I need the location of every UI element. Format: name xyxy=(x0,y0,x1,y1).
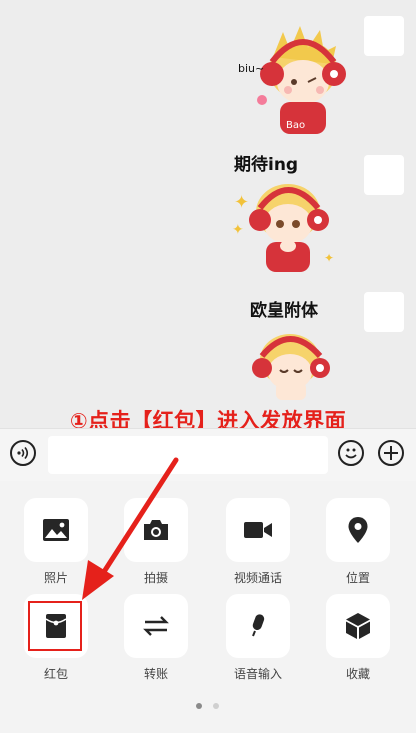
annotation-arrow xyxy=(82,457,179,600)
